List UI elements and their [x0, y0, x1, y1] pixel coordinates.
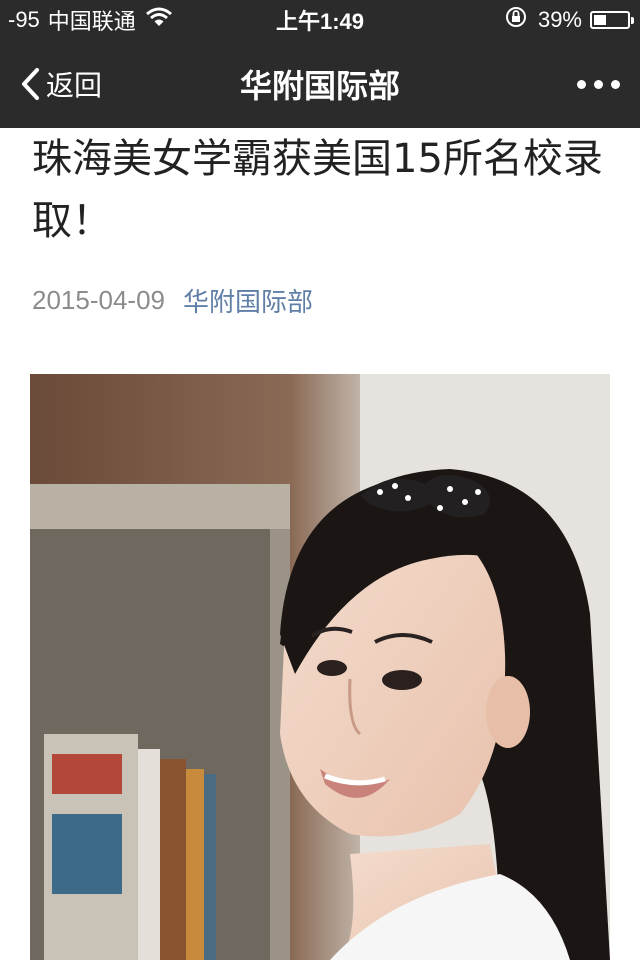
publish-date: 2015-04-09 — [32, 284, 165, 315]
more-dots-icon[interactable] — [573, 40, 624, 128]
status-right: 39% — [504, 0, 634, 40]
orientation-lock-icon — [504, 5, 528, 35]
article-photo[interactable] — [30, 374, 610, 960]
battery-icon — [590, 11, 634, 29]
nav-title: 华附国际部 — [239, 67, 400, 105]
status-bar: -95 中国联通 上午1:49 39% — [0, 0, 640, 40]
article-title: 珠海美女学霸获美国15所名校录取！ — [32, 136, 603, 244]
article-meta: 2015-04-09 华附国际部 — [32, 278, 313, 322]
battery-fill — [594, 15, 606, 25]
source-link[interactable]: 华附国际部 — [183, 282, 313, 319]
battery-percent: 39% — [537, 7, 582, 32]
navigation-bar: 返回 华附国际部 — [0, 40, 640, 128]
